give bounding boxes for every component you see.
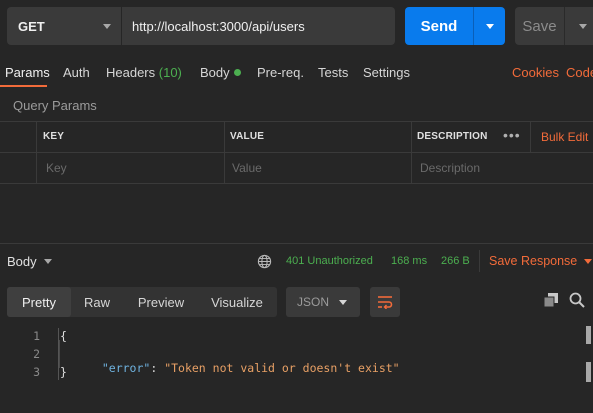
code-line: "error": "Token not valid or doesn't exi… [88, 347, 400, 375]
param-value-input[interactable]: Value [232, 161, 262, 175]
line-number: 1 [33, 329, 40, 343]
tab-params[interactable]: Params [5, 65, 50, 80]
column-header-key: KEY [43, 131, 65, 142]
bulk-edit-link[interactable]: Bulk Edit [541, 130, 588, 144]
table-col-divider [36, 121, 37, 183]
json-value: "Token not valid or doesn't exist" [164, 361, 400, 375]
response-body-label: Body [7, 254, 37, 269]
response-body-dropdown[interactable]: Body [7, 254, 52, 269]
column-header-value: VALUE [230, 131, 265, 142]
scrollbar-thumb[interactable] [586, 326, 591, 344]
chevron-down-icon [43, 259, 52, 264]
code-open-brace: { [60, 329, 67, 343]
globe-icon[interactable] [257, 254, 272, 269]
more-options-button[interactable]: ••• [503, 127, 521, 143]
scrollbar-thumb[interactable] [586, 362, 591, 382]
format-label: JSON [297, 295, 330, 309]
tab-body[interactable]: Body [200, 65, 241, 80]
url-input[interactable]: http://localhost:3000/api/users [122, 7, 395, 45]
json-separator: : [150, 361, 165, 375]
send-button-group: Send [405, 7, 505, 45]
table-border-top [0, 121, 593, 122]
save-response-button[interactable]: Save Response [489, 254, 593, 268]
copy-icon[interactable] [543, 292, 559, 308]
view-preview-button[interactable]: Preview [123, 287, 199, 317]
chevron-down-icon [578, 23, 587, 29]
json-key: "error" [101, 361, 151, 375]
response-divider [0, 243, 593, 244]
save-response-label: Save Response [489, 254, 578, 268]
chevron-down-icon [584, 258, 593, 264]
tab-tests[interactable]: Tests [318, 65, 348, 80]
tab-headers[interactable]: Headers (10) [106, 65, 182, 80]
param-key-input[interactable]: Key [46, 161, 67, 175]
tab-auth[interactable]: Auth [63, 65, 90, 80]
cookies-link[interactable]: Cookies [512, 65, 559, 80]
status-divider [479, 250, 480, 272]
active-tab-indicator [0, 85, 47, 87]
search-icon[interactable] [569, 292, 585, 308]
view-raw-button[interactable]: Raw [71, 287, 123, 317]
tab-body-label: Body [200, 65, 230, 80]
chevron-down-icon [339, 299, 347, 305]
chevron-down-icon [103, 23, 111, 29]
table-border-header [0, 152, 593, 153]
headers-count-badge: (10) [158, 65, 182, 80]
tab-settings[interactable]: Settings [363, 65, 410, 80]
save-button-group: Save [515, 7, 593, 45]
view-visualize-button[interactable]: Visualize [199, 287, 275, 317]
send-options-button[interactable] [474, 23, 505, 29]
table-col-divider [224, 121, 225, 183]
cursor-guide [58, 328, 59, 380]
status-code[interactable]: 401 Unauthorized [286, 255, 373, 267]
save-button[interactable]: Save [515, 18, 564, 35]
table-col-divider [530, 121, 531, 152]
param-description-input[interactable]: Description [420, 161, 480, 175]
query-params-title: Query Params [13, 98, 97, 113]
code-close-brace: } [60, 365, 67, 379]
chevron-down-icon [485, 23, 494, 29]
body-indicator-dot [233, 69, 241, 76]
fold-guide [59, 340, 60, 368]
save-options-button[interactable] [565, 23, 593, 29]
format-select[interactable]: JSON [286, 287, 360, 317]
response-time[interactable]: 168 ms [391, 255, 427, 267]
line-number: 3 [33, 365, 40, 379]
line-number: 2 [33, 347, 40, 361]
method-label: GET [18, 18, 45, 34]
column-header-description: DESCRIPTION [417, 131, 488, 142]
view-pretty-button[interactable]: Pretty [7, 287, 71, 317]
wrap-lines-button[interactable] [370, 287, 400, 317]
wrap-lines-icon [378, 296, 393, 309]
url-text: http://localhost:3000/api/users [132, 18, 305, 34]
tab-prerequest[interactable]: Pre-req. [257, 65, 304, 80]
code-link[interactable]: Code [566, 65, 593, 80]
tab-headers-label: Headers [106, 65, 156, 80]
response-size[interactable]: 266 B [441, 255, 470, 267]
table-col-divider [411, 121, 412, 183]
table-border-bottom [0, 183, 593, 184]
send-button[interactable]: Send [405, 18, 473, 35]
method-select[interactable]: GET [7, 7, 121, 45]
